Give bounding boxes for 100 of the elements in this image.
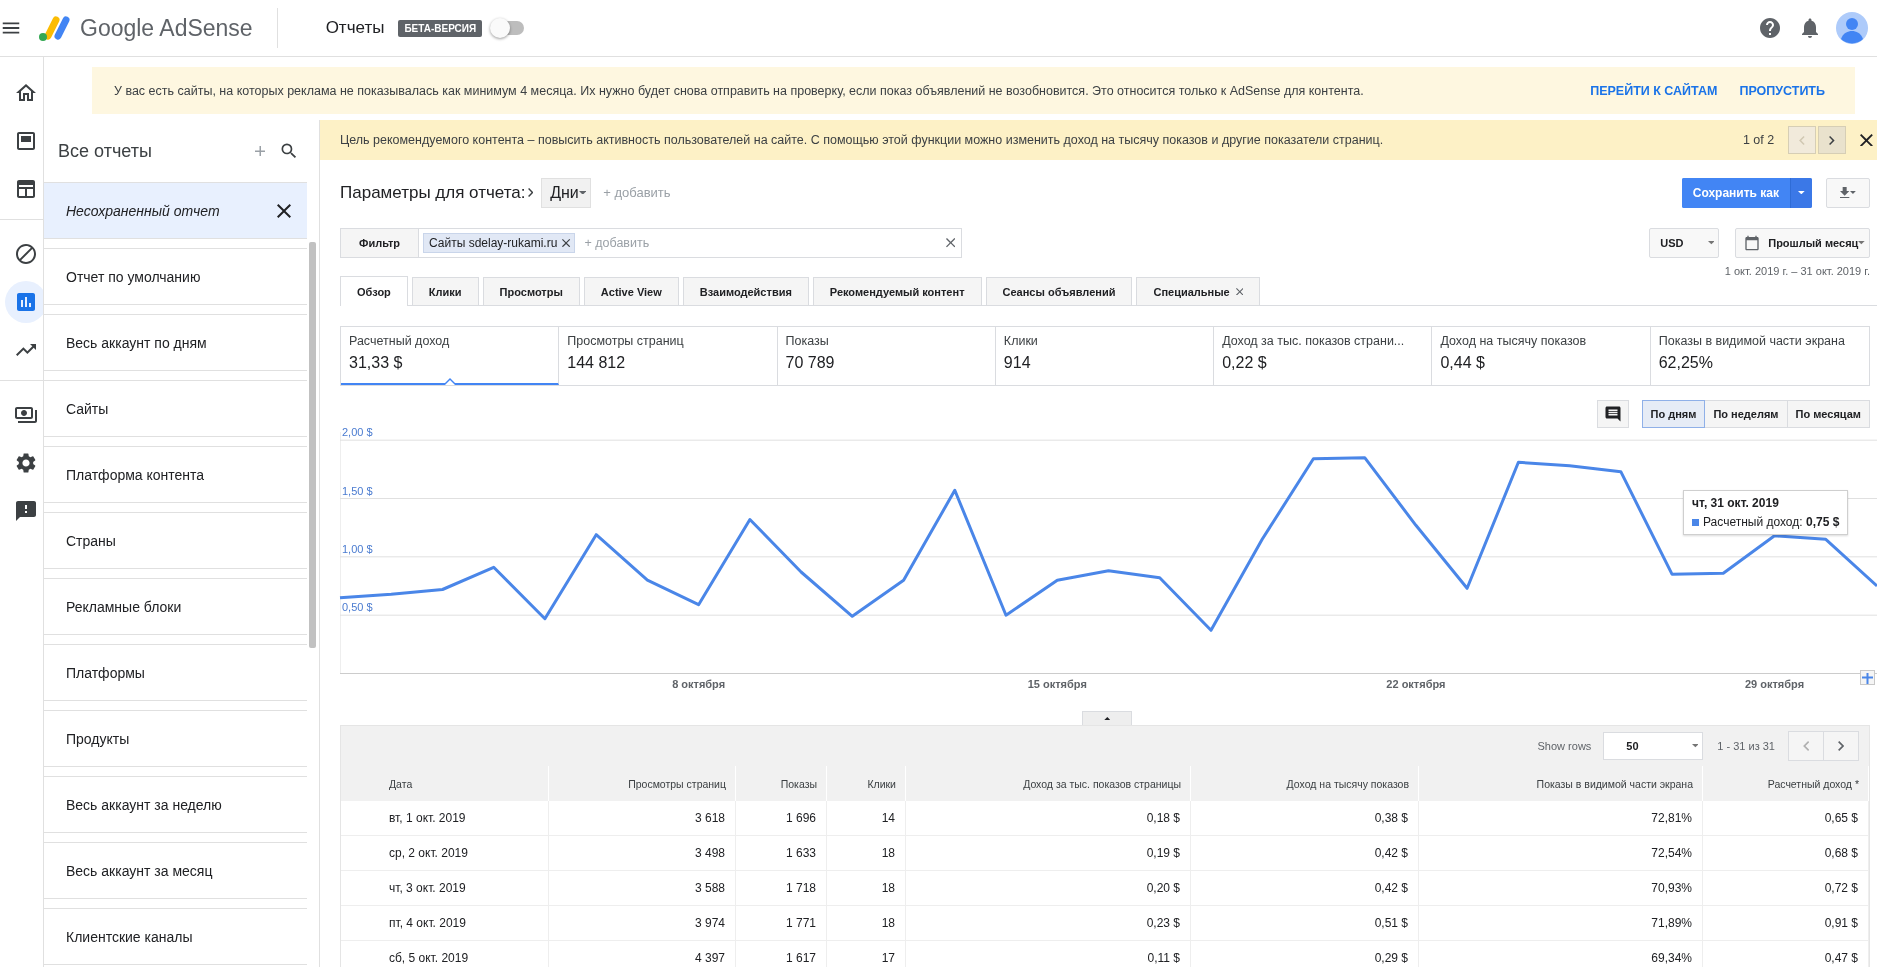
rows-select[interactable]: 50 <box>1603 732 1704 760</box>
notice-link[interactable]: ПЕРЕЙТИ К САЙТАМ <box>1590 83 1718 98</box>
metric-label: Расчетный доход <box>349 334 451 348</box>
report-list-item[interactable]: Клиентские каналы <box>44 908 307 965</box>
chevron-right-icon <box>1837 741 1845 751</box>
axis-label: 29 октября <box>1745 678 1805 690</box>
table-cell: сб, 5 окт. 2019 <box>341 941 549 967</box>
filter-field[interactable]: Сайты sdelay-rukami.ru + добавить <box>419 228 963 258</box>
report-list-item[interactable]: Весь аккаунт за неделю <box>44 776 307 833</box>
comment-icon <box>1603 405 1622 423</box>
clear-icon[interactable] <box>945 238 956 248</box>
metric-label: Клики <box>1003 334 1039 348</box>
metric-value: 62,25% <box>1658 354 1714 372</box>
table-cell: 72,54% <box>1419 836 1703 871</box>
report-list-item[interactable]: Продукты <box>44 710 307 767</box>
period-button[interactable]: По месяцам <box>1786 400 1870 428</box>
report-tab[interactable]: Специальные <box>1136 277 1261 305</box>
dimension-dropdown[interactable]: Дни <box>541 177 592 208</box>
next-page-button[interactable] <box>1823 731 1859 761</box>
period-button[interactable]: По неделям <box>1704 400 1788 428</box>
notice-link[interactable]: ПРОПУСТИТЬ <box>1739 83 1825 98</box>
report-tab[interactable]: Обзор <box>340 276 408 306</box>
metric-card[interactable]: Показы в видимой части экрана 62,25% <box>1650 327 1869 385</box>
report-tab[interactable]: Рекомендуемый контент <box>812 277 982 305</box>
report-list-item[interactable]: Весь аккаунт по дням <box>44 314 307 371</box>
page-range: 1 - 31 из 31 <box>1717 740 1775 752</box>
axis-label: 1,00 $ <box>342 542 373 555</box>
download-icon <box>1840 186 1850 199</box>
table-cell: 70,93% <box>1419 871 1703 906</box>
report-list-item[interactable]: Сайты <box>44 380 307 437</box>
table-cell: 0,91 $ <box>1703 906 1869 941</box>
table-cell: 3 618 <box>549 801 736 836</box>
currency-select[interactable]: USD <box>1649 228 1720 258</box>
report-list-item[interactable]: Рекламные блоки <box>44 578 307 635</box>
metric-card[interactable]: Доход на тысячу показов 0,44 $ <box>1432 327 1651 385</box>
download-button[interactable] <box>1826 177 1870 208</box>
table-cell: 3 588 <box>549 871 736 906</box>
beta-badge: БЕТА-ВЕРСИЯ <box>398 19 483 37</box>
search-icon[interactable] <box>279 141 299 161</box>
metric-card[interactable]: Просмотры страниц 144 812 <box>559 327 778 385</box>
caret-icon <box>1858 241 1865 245</box>
metric-label: Просмотры страниц <box>567 334 685 348</box>
report-list-item[interactable]: Весь аккаунт за месяц <box>44 842 307 899</box>
table-cell: 3 498 <box>549 836 736 871</box>
report-tab[interactable]: Взаимодействия <box>682 277 809 305</box>
metric-value: 0,22 $ <box>1222 354 1268 372</box>
metric-card[interactable]: Показы 70 789 <box>777 327 996 385</box>
date-range-select[interactable]: Прошлый месяц <box>1735 228 1870 258</box>
caret-icon <box>578 190 587 195</box>
report-list-item[interactable]: Платформы <box>44 644 307 701</box>
report-tab[interactable]: Клики <box>411 277 479 305</box>
pager-label: 1 of 2 <box>1742 133 1775 147</box>
report-list-item[interactable]: Отчет по умолчанию <box>44 248 307 305</box>
report-list-item[interactable]: Несохраненный отчет <box>44 182 307 239</box>
report-tab[interactable]: Просмотры <box>482 277 580 305</box>
metric-value: 31,33 $ <box>349 354 404 372</box>
help-icon[interactable] <box>1758 16 1782 40</box>
table-cell: 18 <box>827 836 906 871</box>
close-icon[interactable] <box>562 238 571 248</box>
metric-card[interactable]: Клики 914 <box>995 327 1215 385</box>
caret-icon <box>1849 191 1856 194</box>
comment-button[interactable] <box>1596 400 1629 428</box>
tooltip-text: Расчетный доход: 0,75 $ <box>1703 515 1840 529</box>
filter-button[interactable]: Фильтр <box>340 228 420 258</box>
report-list-item[interactable]: Страны <box>44 512 307 569</box>
axis-label: 8 октября <box>672 678 726 690</box>
avatar-icon[interactable] <box>1836 12 1868 44</box>
filter-chip[interactable]: Сайты sdelay-rukami.ru <box>423 233 575 253</box>
table-cell: 0,72 $ <box>1703 871 1869 906</box>
close-icon[interactable] <box>1860 133 1873 147</box>
metric-value: 914 <box>1003 354 1032 372</box>
table-cell: 1 633 <box>736 836 827 871</box>
close-icon[interactable] <box>277 203 291 218</box>
report-tab[interactable]: Active View <box>583 277 679 305</box>
table-cell: 0,65 $ <box>1703 801 1869 836</box>
table-cell: 0,42 $ <box>1191 871 1419 906</box>
table-cell: 17 <box>827 941 906 967</box>
axis-label: 2,00 $ <box>342 426 373 439</box>
scrollbar[interactable] <box>309 242 316 648</box>
axis-label: 15 октября <box>1027 678 1087 690</box>
table-cell: 4 397 <box>549 941 736 967</box>
report-list-item[interactable]: Платформа контента <box>44 446 307 503</box>
zoom-in-icon[interactable] <box>1860 670 1875 685</box>
next-button[interactable] <box>1818 126 1847 154</box>
table-cell: 0,19 $ <box>906 836 1191 871</box>
chevron-left-icon <box>1802 741 1810 751</box>
caret-icon <box>1691 744 1699 748</box>
table-cell: 0,11 $ <box>906 941 1191 967</box>
period-button[interactable]: По дням <box>1641 400 1706 428</box>
table-cell: 0,38 $ <box>1191 801 1419 836</box>
metric-card[interactable]: Расчетный доход 31,33 $ <box>341 327 560 385</box>
metric-card[interactable]: Доход за тыс. показов страни... 0,22 $ <box>1214 327 1433 385</box>
add-icon[interactable] <box>254 145 265 157</box>
save-menu-button[interactable] <box>1790 177 1812 208</box>
table-cell: 0,47 $ <box>1703 941 1869 967</box>
metric-value: 70 789 <box>785 354 836 372</box>
table-cell: 0,23 $ <box>906 906 1191 941</box>
caret-icon <box>1798 190 1805 195</box>
tip-text: Цель рекомендуемого контента – повысить активность пользователей на сайте. С помощью этой функции можно изменить доход на тысячу показов и другие показатели страниц. <box>340 133 1385 147</box>
report-tab[interactable]: Сеансы объявлений <box>985 277 1133 305</box>
